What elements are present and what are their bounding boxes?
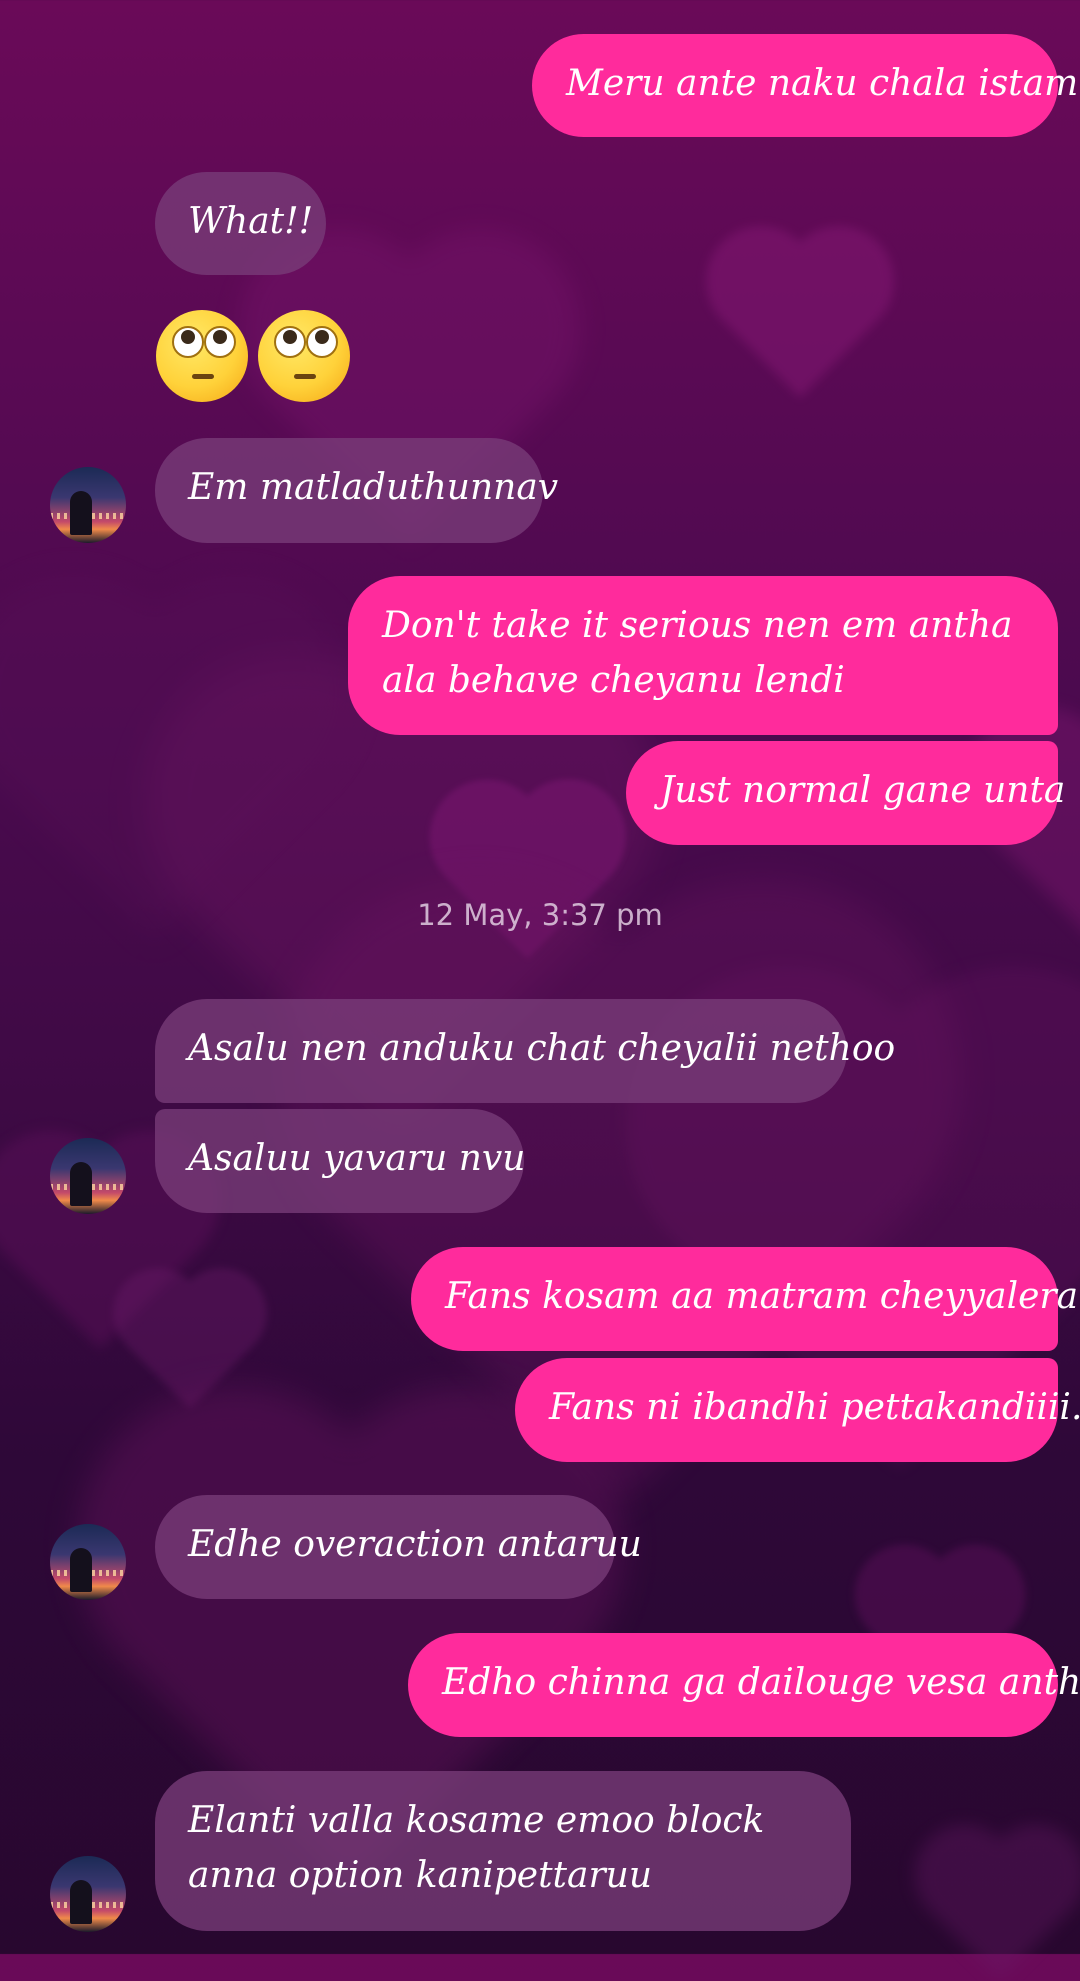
message-outgoing[interactable]: Fans ni ibandhi pettakandiiii.. bbox=[515, 1358, 1080, 1462]
chat-timestamp: 12 May, 3:37 pm bbox=[417, 898, 663, 932]
message-outgoing[interactable]: Just normal gane unta bbox=[626, 741, 1065, 845]
message-incoming[interactable]: Elanti valla kosame emoo block anna opti… bbox=[155, 1771, 851, 1931]
message-incoming[interactable]: What!! bbox=[155, 172, 326, 275]
message-incoming[interactable]: Em matladuthunnav bbox=[155, 438, 558, 543]
rolling-eyes-emoji-icon bbox=[258, 310, 350, 402]
message-outgoing[interactable]: Fans kosam aa matram cheyyalera bbox=[411, 1247, 1078, 1351]
message-outgoing[interactable]: Edho chinna ga dailouge vesa anthe bbox=[408, 1633, 1080, 1737]
contact-avatar[interactable] bbox=[50, 1138, 126, 1214]
message-outgoing[interactable]: Don't take it serious nen em antha ala b… bbox=[348, 576, 1058, 735]
message-outgoing[interactable]: Meru ante naku chala istam bbox=[532, 34, 1078, 137]
chat-thread: Meru ante naku chala istam What!! Em mat… bbox=[0, 0, 1080, 1954]
message-incoming[interactable]: Edhe overaction antaruu bbox=[155, 1495, 642, 1599]
contact-avatar[interactable] bbox=[50, 1524, 126, 1600]
message-incoming-emoji[interactable] bbox=[156, 310, 350, 402]
message-incoming[interactable]: Asaluu yavaru nvu bbox=[155, 1109, 525, 1213]
contact-avatar[interactable] bbox=[50, 467, 126, 543]
contact-avatar[interactable] bbox=[50, 1856, 126, 1932]
message-incoming[interactable]: Asalu nen anduku chat cheyalii nethoo bbox=[155, 999, 895, 1103]
rolling-eyes-emoji-icon bbox=[156, 310, 248, 402]
